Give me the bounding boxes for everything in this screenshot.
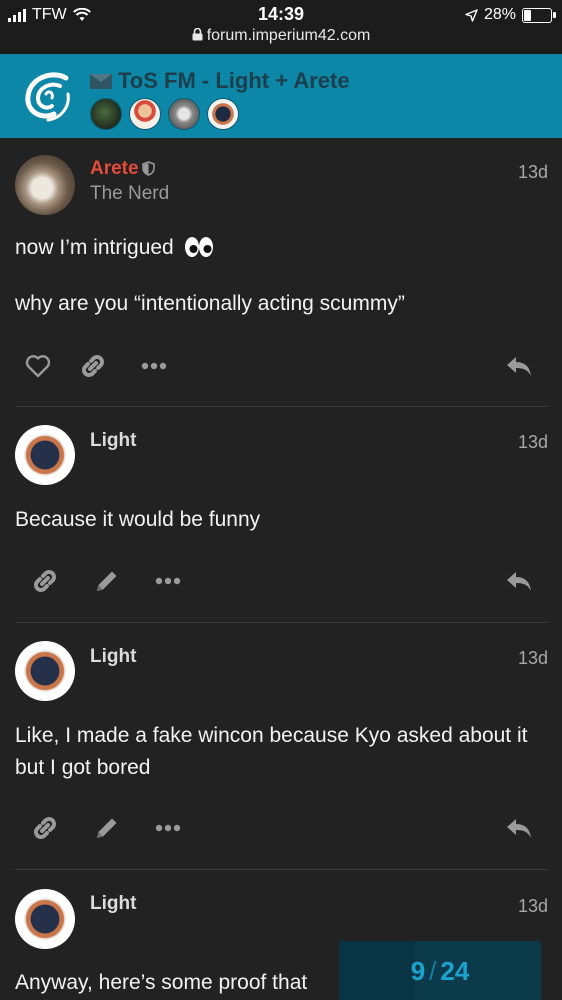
username[interactable]: Arete — [90, 158, 155, 180]
username[interactable]: Light — [90, 646, 136, 668]
post-date[interactable]: 13d — [518, 162, 548, 183]
post: Arete The Nerd 13d now I’m intrigued why… — [0, 138, 562, 408]
topic-title-text: ToS FM - Light + Arete — [118, 68, 350, 93]
share-link-button[interactable] — [28, 564, 62, 598]
user-avatar[interactable] — [15, 641, 75, 701]
user-avatar[interactable] — [15, 425, 75, 485]
topic-header: ToS FM - Light + Arete — [0, 54, 562, 138]
post-actions — [0, 564, 562, 604]
ellipsis-icon — [155, 577, 181, 585]
post-divider — [15, 622, 548, 623]
more-options-button[interactable] — [137, 349, 171, 383]
status-right: 28% — [465, 6, 556, 24]
battery-percent: 28% — [483, 6, 516, 23]
eyes-icon — [184, 237, 213, 257]
participant-avatar[interactable] — [168, 98, 200, 130]
more-options-button[interactable] — [151, 811, 185, 845]
like-button[interactable] — [21, 349, 55, 383]
link-icon — [34, 570, 56, 592]
post-date[interactable]: 13d — [518, 648, 548, 669]
participant-avatar[interactable] — [129, 98, 161, 130]
post-body: now I’m intrigued — [15, 232, 542, 264]
reply-icon — [507, 819, 531, 838]
post-divider — [15, 406, 548, 407]
progress-current: 9 — [410, 956, 426, 986]
user-title: The Nerd — [90, 183, 170, 204]
share-link-button[interactable] — [76, 349, 110, 383]
topic-progress-button[interactable]: 9/24 — [339, 941, 541, 1000]
post-paragraph: Because it would be funny — [15, 508, 261, 531]
swirl-logo-icon — [17, 65, 77, 125]
reply-button[interactable] — [502, 564, 536, 598]
more-options-button[interactable] — [151, 564, 185, 598]
post-date[interactable]: 13d — [518, 432, 548, 453]
post-paragraph: why are you “intentionally acting scummy… — [15, 292, 405, 315]
participant-list — [90, 98, 239, 130]
reply-icon — [507, 357, 531, 376]
reply-button[interactable] — [502, 349, 536, 383]
username-text: Arete — [90, 158, 139, 179]
progress-text: 9/24 — [410, 956, 470, 986]
post: Light 13d Like, I made a fake wincon bec… — [0, 624, 562, 871]
edit-button[interactable] — [90, 811, 124, 845]
share-link-button[interactable] — [28, 811, 62, 845]
username[interactable]: Light — [90, 893, 136, 915]
reply-button[interactable] — [502, 811, 536, 845]
url-bar[interactable]: forum.imperium42.com — [0, 27, 562, 45]
status-bar: TFW 14:39 forum.imperium42.com 28% — [0, 0, 562, 54]
shield-icon — [141, 161, 155, 176]
pencil-icon — [97, 818, 117, 838]
participant-avatar[interactable] — [90, 98, 122, 130]
user-avatar[interactable] — [15, 889, 75, 949]
post-actions — [0, 349, 562, 389]
pencil-icon — [97, 571, 117, 591]
heart-icon — [25, 355, 51, 378]
post: Light 13d Because it would be funny — [0, 408, 562, 624]
ellipsis-icon — [141, 362, 167, 370]
post-divider — [15, 869, 548, 870]
lock-icon — [192, 27, 203, 41]
participant-avatar[interactable] — [207, 98, 239, 130]
edit-button[interactable] — [90, 564, 124, 598]
post-actions — [0, 811, 562, 851]
topic-title[interactable]: ToS FM - Light + Arete — [90, 68, 350, 94]
site-logo[interactable] — [16, 64, 78, 126]
post-date[interactable]: 13d — [518, 896, 548, 917]
username[interactable]: Light — [90, 430, 136, 452]
link-icon — [82, 355, 104, 377]
reply-icon — [507, 572, 531, 591]
location-arrow-icon — [465, 8, 478, 22]
link-icon — [34, 817, 56, 839]
post-paragraph: now I’m intrigued — [15, 236, 174, 259]
user-avatar[interactable] — [15, 155, 75, 215]
ellipsis-icon — [155, 824, 181, 832]
url-text: forum.imperium42.com — [206, 27, 371, 44]
envelope-icon — [90, 73, 112, 89]
battery-icon — [522, 7, 556, 23]
progress-total: 24 — [440, 956, 470, 986]
post-paragraph: Like, I made a fake wincon because Kyo a… — [15, 724, 528, 779]
